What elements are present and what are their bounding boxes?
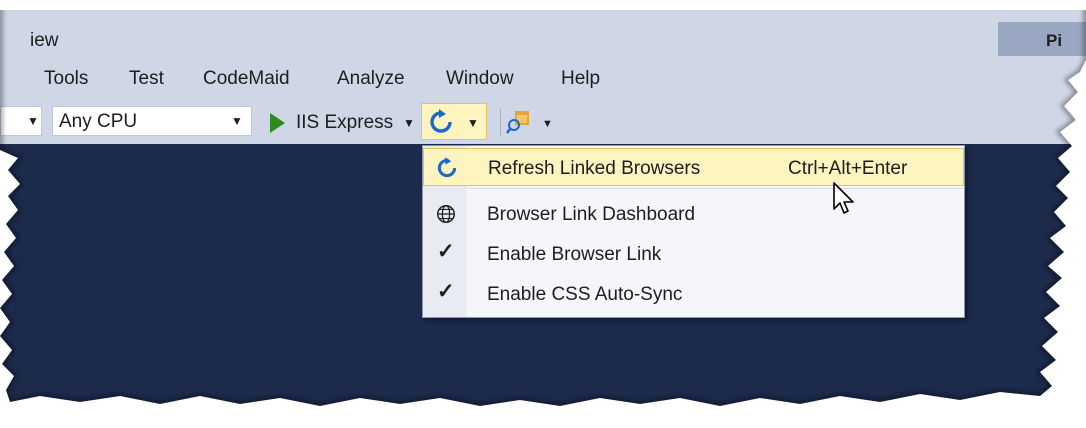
screenshot-stage: iew Pi Tools Test CodeMaid Analyze Windo… [0, 0, 1086, 428]
torn-edge-frame [0, 0, 1086, 428]
